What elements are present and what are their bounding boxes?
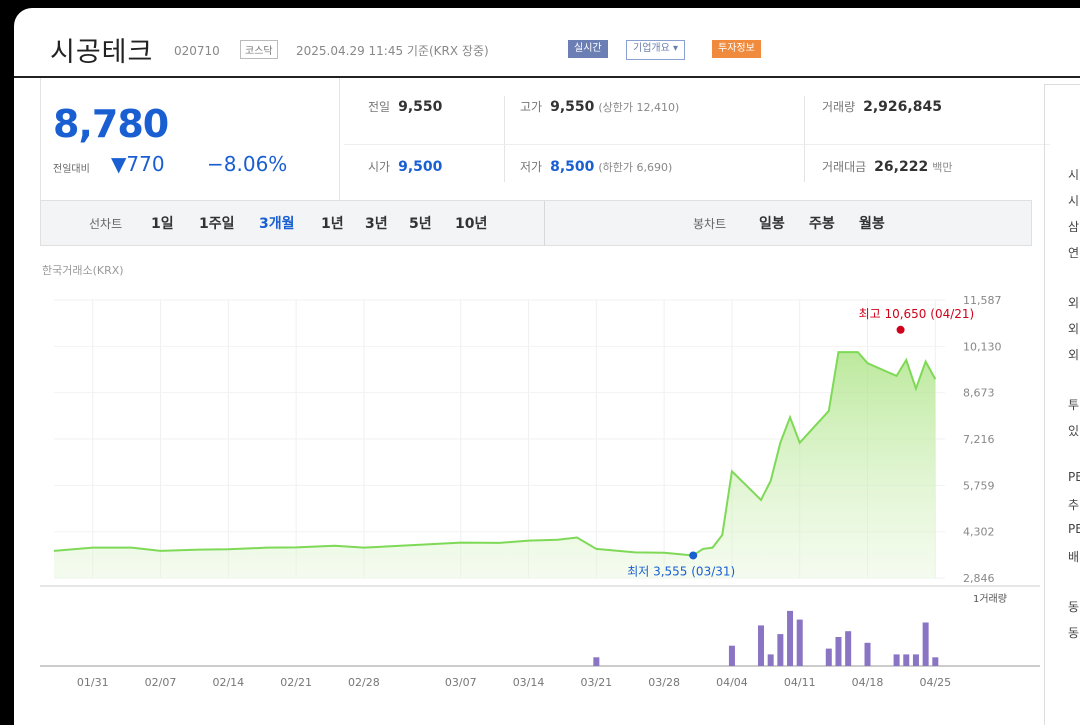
divider <box>804 96 805 182</box>
right-panel-fragment: 연 <box>1068 246 1080 260</box>
right-panel-fragment: 시 <box>1068 194 1080 208</box>
right-panel-fragment: 추 <box>1068 498 1080 512</box>
y-tick-label: 7,216 <box>963 433 995 446</box>
realtime-button[interactable]: 실시간 <box>568 40 608 58</box>
volume-bar <box>922 622 929 666</box>
right-panel-fragment: 시 <box>1068 168 1080 182</box>
x-tick-label: 01/31 <box>77 676 109 689</box>
tab-1year[interactable]: 1년 <box>321 213 344 233</box>
x-tick-label: 04/18 <box>852 676 884 689</box>
divider <box>344 144 1050 145</box>
right-panel-fragment: 있 <box>1068 424 1080 438</box>
volume-bar <box>777 634 784 666</box>
candle-chart-label: 봉차트 <box>693 217 727 231</box>
low-price: 저가 8,500 (하한가 6,690) <box>520 159 673 175</box>
current-price-box: 8,780 전일대비 ▼770 −8.06% <box>40 78 340 203</box>
high-marker <box>896 325 905 334</box>
tab-3year[interactable]: 3년 <box>365 213 388 233</box>
tab-5year[interactable]: 5년 <box>409 213 432 233</box>
x-tick-label: 02/14 <box>212 676 244 689</box>
invest-info-button[interactable]: 투자정보 <box>712 40 761 58</box>
right-panel-fragment: 배 <box>1068 550 1080 564</box>
volume: 거래량 2,926,845 <box>822 99 942 115</box>
tab-monthly[interactable]: 월봉 <box>859 213 885 233</box>
price-chart: 01/31 02/07 02/14 02/21 02/28 03/07 03/14 03/21… <box>40 294 1040 689</box>
right-panel-fragment: 투 <box>1068 398 1080 412</box>
data-source: 한국거래소(KRX) <box>42 264 124 277</box>
y-tick-label: 11,587 <box>963 294 1002 307</box>
line-chart-label: 선차트 <box>89 217 123 231</box>
trade-value: 거래대금 26,222 백만 <box>822 159 953 175</box>
timestamp: 2025.04.29 11:45 기준(KRX 장중) <box>296 44 489 58</box>
right-panel-fragment: 삼 <box>1068 220 1080 234</box>
low-marker <box>689 551 698 560</box>
x-tick-label: 04/04 <box>716 676 748 689</box>
volume-bar <box>893 654 900 666</box>
volume-bar <box>835 637 842 666</box>
company-overview-dropdown[interactable]: 기업개요 ▾ <box>626 40 685 60</box>
open-price: 시가 9,500 <box>368 159 443 175</box>
volume-bar <box>796 619 803 666</box>
volume-bar <box>767 654 774 666</box>
y-tick-label: 5,759 <box>963 479 995 492</box>
volume-bar <box>757 625 764 666</box>
divider <box>544 201 545 245</box>
volume-bar <box>728 645 735 666</box>
volume-label: 1거래량 <box>973 593 1007 605</box>
volume-bar <box>787 610 794 666</box>
right-panel-fragment: PE <box>1068 470 1080 484</box>
change-value: ▼770 <box>111 152 165 176</box>
divider <box>504 96 505 182</box>
volume-bar <box>903 654 910 666</box>
x-tick-label: 02/07 <box>145 676 177 689</box>
volume-bar <box>932 657 939 666</box>
right-panel-fragment: 외 <box>1068 348 1080 362</box>
y-tick-label: 8,673 <box>963 387 995 400</box>
stock-code: 020710 <box>174 44 220 58</box>
x-tick-label: 02/28 <box>348 676 380 689</box>
current-price: 8,780 <box>53 102 169 146</box>
x-tick-label: 03/14 <box>513 676 545 689</box>
x-tick-label: 04/11 <box>784 676 816 689</box>
right-panel-fragment: 동 <box>1068 600 1080 614</box>
tab-weekly[interactable]: 주봉 <box>809 213 835 233</box>
low-label: 최저 3,555 (03/31) <box>627 564 735 578</box>
x-tick-label: 02/21 <box>280 676 312 689</box>
stock-page: 시공테크 020710 코스닥 2025.04.29 11:45 기준(KRX … <box>14 8 1080 725</box>
change-percent: −8.06% <box>207 152 288 176</box>
x-tick-label: 04/25 <box>919 676 951 689</box>
high-label: 최고 10,650 (04/21) <box>859 307 975 321</box>
x-tick-label: 03/07 <box>445 676 477 689</box>
volume-bar <box>825 648 832 666</box>
right-panel-fragment: 외 <box>1068 322 1080 336</box>
high-price: 고가 9,550 (상한가 12,410) <box>520 99 680 115</box>
chart-period-tabs: 선차트 1일 1주일 3개월 1년 3년 5년 10년 봉차트 일봉 주봉 월봉 <box>40 200 1032 246</box>
volume-bar <box>593 657 600 666</box>
tab-1week[interactable]: 1주일 <box>199 213 235 233</box>
volume-bar <box>912 654 919 666</box>
right-panel-fragment: 외 <box>1068 296 1080 310</box>
volume-bar <box>864 642 871 666</box>
company-name: 시공테크 <box>50 37 154 68</box>
x-tick-label: 03/21 <box>580 676 612 689</box>
tab-daily[interactable]: 일봉 <box>759 213 785 233</box>
y-tick-label: 10,130 <box>963 340 1002 353</box>
prev-close: 전일 9,550 <box>368 99 443 115</box>
change-label: 전일대비 <box>53 164 90 175</box>
tab-1day[interactable]: 1일 <box>151 213 174 233</box>
right-panel-fragment: 동 <box>1068 626 1080 640</box>
y-tick-label: 2,846 <box>963 572 995 585</box>
volume-bar <box>845 631 852 666</box>
y-tick-label: 4,302 <box>963 526 995 539</box>
market-badge: 코스닥 <box>240 40 278 59</box>
tab-3month[interactable]: 3개월 <box>259 213 295 233</box>
tab-10year[interactable]: 10년 <box>455 213 487 233</box>
x-tick-label: 03/28 <box>648 676 680 689</box>
stock-header: 시공테크 020710 코스닥 2025.04.29 11:45 기준(KRX … <box>14 8 1080 78</box>
right-panel-fragment: PE <box>1068 522 1080 536</box>
price-area <box>54 352 936 578</box>
